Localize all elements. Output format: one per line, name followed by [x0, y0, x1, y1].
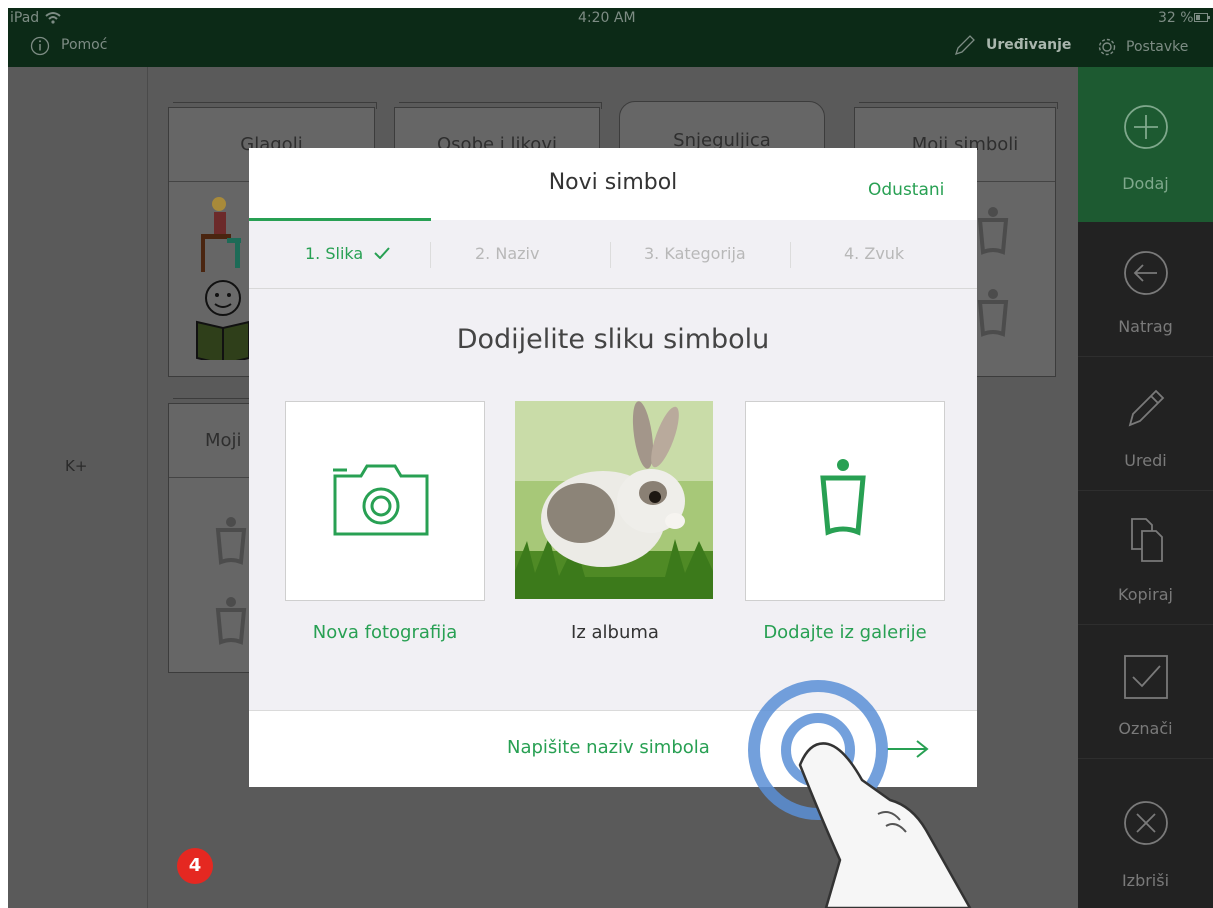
wifi-icon [45, 12, 61, 24]
device-label: iPad [10, 10, 40, 26]
delete-button[interactable]: Izbriši [1078, 759, 1213, 908]
clock: 4:20 AM [578, 10, 636, 26]
reading-person-symbol [196, 280, 250, 360]
checkbox-icon [1124, 655, 1168, 699]
plus-circle-icon [1124, 105, 1168, 149]
pencil-icon [954, 35, 975, 56]
step-tab-name[interactable]: 2. Naziv [475, 244, 539, 263]
cancel-button[interactable]: Odustani [868, 180, 944, 200]
keyboard-shortcut-label[interactable]: K+ [65, 457, 87, 475]
battery-icon [1194, 13, 1210, 22]
action-sidebar: Dodaj Natrag Uredi Kopiraj Označi Izbriš… [1078, 67, 1213, 908]
settings-button[interactable]: Postavke [1096, 36, 1208, 58]
gallery-figure-icon [820, 459, 866, 536]
active-step-indicator [249, 218, 431, 221]
status-bar: iPad 4:20 AM 32 % Pomoć Uređivanje Posta… [8, 8, 1213, 67]
back-button[interactable]: Natrag [1078, 223, 1213, 357]
copy-label: Kopiraj [1118, 585, 1173, 604]
help-label: Pomoć [61, 37, 108, 53]
gear-icon [1098, 38, 1116, 56]
placeholder-figure-icon [215, 597, 247, 645]
battery-percent: 32 % [1158, 10, 1194, 26]
step-tabs: 1. Slika 2. Naziv 3. Kategorija 4. Zvuk [249, 218, 977, 289]
camera-icon [333, 464, 429, 536]
placeholder-figure-icon [215, 517, 247, 565]
gallery-label[interactable]: Dodajte iz galerije [725, 622, 965, 643]
step-number-badge: 4 [177, 848, 213, 884]
pencil-icon [1128, 389, 1165, 427]
dialog-header: Novi simbol Odustani [249, 148, 977, 220]
dialog-heading: Dodijelite sliku simbolu [456, 324, 770, 355]
album-option[interactable] [515, 401, 713, 599]
delete-x-icon [1124, 801, 1168, 845]
back-arrow-icon [1124, 251, 1168, 295]
copy-button[interactable]: Kopiraj [1078, 491, 1213, 625]
edit-mode-label: Uređivanje [986, 37, 1072, 53]
new-photo-label[interactable]: Nova fotografija [265, 622, 505, 643]
delete-label: Izbriši [1121, 871, 1170, 890]
checkmark-icon [374, 247, 391, 260]
left-rail: K+ [8, 67, 148, 908]
placeholder-figure-icon [977, 289, 1009, 337]
add-label: Dodaj [1122, 174, 1169, 193]
step-tab-image[interactable]: 1. Slika [305, 244, 391, 263]
gallery-option[interactable] [745, 401, 945, 601]
help-button[interactable]: Pomoć [30, 36, 140, 58]
edit-mode-button[interactable]: Uređivanje [952, 34, 1072, 58]
add-button[interactable]: Dodaj [1078, 67, 1213, 222]
next-step-button[interactable]: Napišite naziv simbola [507, 737, 710, 758]
step-tab-sound[interactable]: 4. Zvuk [844, 244, 904, 263]
album-label[interactable]: Iz albuma [495, 622, 735, 643]
album-photo [515, 401, 713, 599]
edit-label: Uredi [1124, 451, 1167, 470]
new-photo-option[interactable] [285, 401, 485, 601]
mark-button[interactable]: Označi [1078, 625, 1213, 759]
back-label: Natrag [1118, 317, 1173, 336]
info-icon [30, 36, 50, 56]
tap-gesture-overlay [748, 680, 972, 908]
copy-icon [1131, 518, 1163, 562]
sitting-person-symbol [201, 197, 241, 272]
mark-label: Označi [1118, 719, 1173, 738]
edit-button[interactable]: Uredi [1078, 357, 1213, 491]
step-tab-category[interactable]: 3. Kategorija [644, 244, 746, 263]
placeholder-figure-icon [977, 207, 1009, 255]
settings-label: Postavke [1126, 39, 1189, 55]
